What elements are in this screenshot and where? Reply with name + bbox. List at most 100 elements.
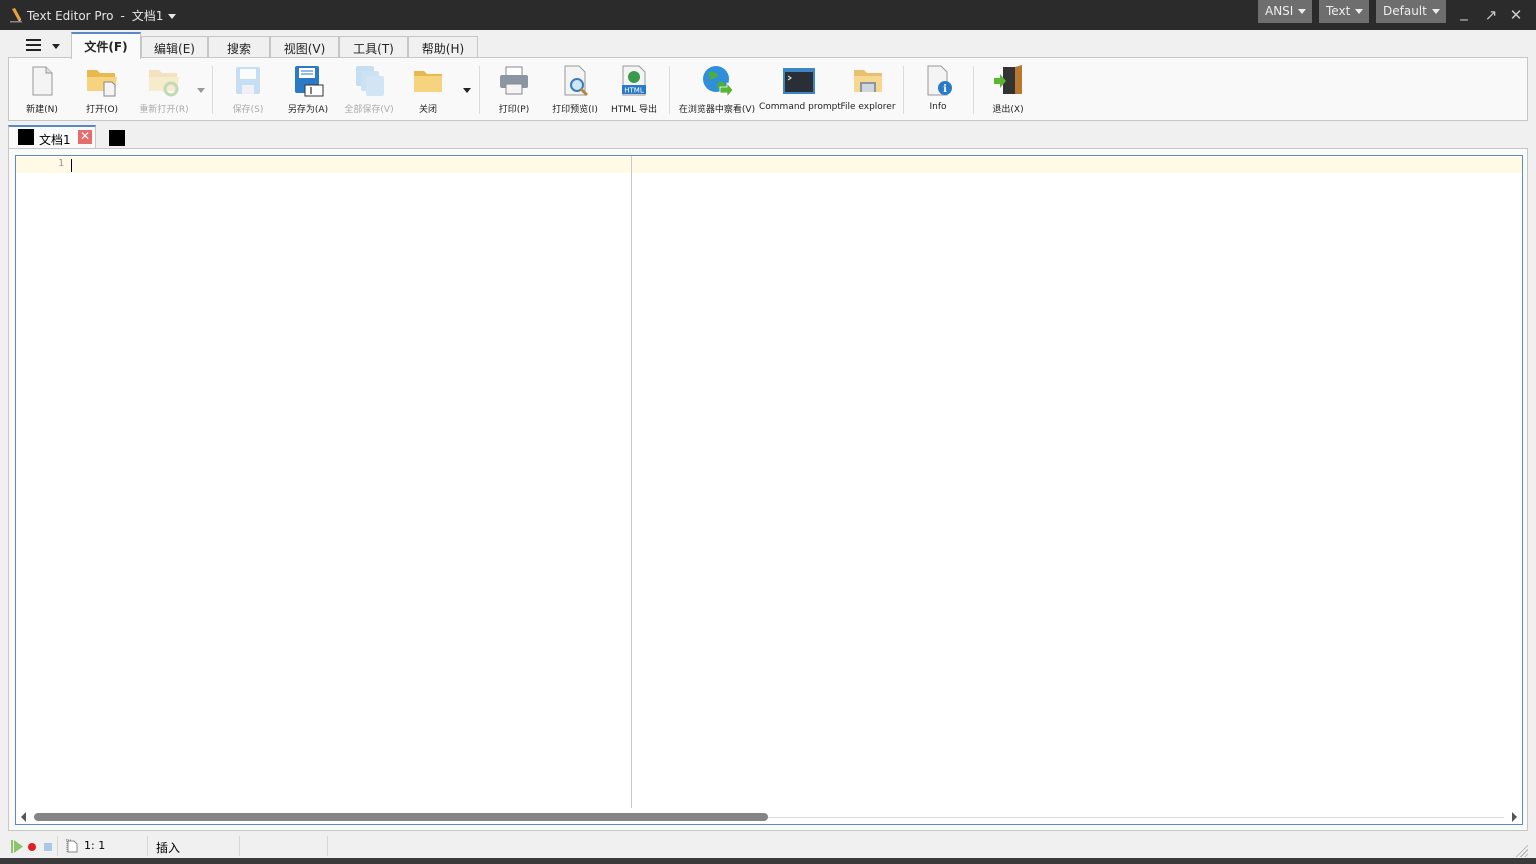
exit-door-icon xyxy=(994,65,1022,94)
chevron-down-icon xyxy=(1355,9,1364,14)
print-button[interactable]: 打印(P) xyxy=(489,58,539,120)
new-tab-button[interactable] xyxy=(109,130,125,146)
scroll-right-arrow[interactable] xyxy=(1512,812,1517,822)
button-label: 关闭 xyxy=(418,105,437,115)
doc-tab-color-marker xyxy=(18,129,34,145)
document-tabs: 文档1 ✕ xyxy=(8,124,1528,149)
maximize-button[interactable]: ↗ xyxy=(1481,5,1501,25)
ribbon-separator xyxy=(973,66,974,114)
save-button[interactable]: 保存(S) xyxy=(223,58,273,120)
text-caret xyxy=(71,159,72,172)
tab-help[interactable]: 帮助(H) xyxy=(408,36,478,58)
save-all-button[interactable]: 全部保存(V) xyxy=(343,58,395,120)
save-icon xyxy=(236,67,260,94)
close-tab-icon[interactable]: ✕ xyxy=(78,130,92,144)
button-label: 重新打开(R) xyxy=(139,105,189,115)
doc-tab[interactable]: 文档1 ✕ xyxy=(8,125,96,149)
button-label: File explorer xyxy=(840,102,896,112)
ribbon-separator xyxy=(669,66,670,114)
reopen-icon xyxy=(149,70,179,97)
new-button[interactable]: 新建(N) xyxy=(17,58,67,120)
macro-controls xyxy=(8,836,58,856)
tab-tools[interactable]: 工具(T) xyxy=(339,36,408,58)
tab-label: 帮助(H) xyxy=(421,42,465,56)
document-switcher[interactable]: 文档1 xyxy=(132,9,177,23)
print-preview-icon xyxy=(564,65,589,97)
tab-edit[interactable]: 编辑(E) xyxy=(141,36,208,58)
encoding-label: ANSI xyxy=(1265,4,1294,18)
file-explorer-button[interactable]: File explorer xyxy=(839,58,897,120)
tab-search[interactable]: 搜索 xyxy=(208,36,270,58)
close-folder-icon xyxy=(414,71,442,92)
ribbon-separator xyxy=(479,66,480,114)
menu-bar: 文件(F) 编辑(E) 搜索 视图(V) 工具(T) 帮助(H) xyxy=(0,30,1536,59)
text-editor[interactable]: 1 xyxy=(15,155,1523,825)
horizontal-scrollbar[interactable] xyxy=(16,808,1522,824)
button-label: 保存(S) xyxy=(232,105,264,115)
theme-dropdown[interactable]: Default xyxy=(1376,0,1446,23)
tab-file[interactable]: 文件(F) xyxy=(71,32,141,59)
ribbon-toolbar: 新建(N) 打开(O) 重新打开(R) 保存(S) 另存为(A) 全部保存(V)… xyxy=(8,57,1528,121)
reopen-button[interactable]: 重新打开(R) xyxy=(137,58,191,120)
save-as-icon xyxy=(295,66,324,97)
insert-mode-cell[interactable]: 插入 xyxy=(148,836,240,856)
button-label: 另存为(A) xyxy=(287,105,329,115)
window-title: Text Editor Pro - 文档1 xyxy=(27,7,177,24)
info-button[interactable]: i Info xyxy=(913,58,963,120)
play-macro-icon[interactable] xyxy=(11,840,23,853)
insert-mode: 插入 xyxy=(156,841,181,855)
tab-label: 工具(T) xyxy=(353,42,394,56)
terminal-icon xyxy=(783,68,815,94)
close-window-button[interactable]: ✕ xyxy=(1506,5,1526,25)
minimize-button[interactable]: _ xyxy=(1454,2,1474,22)
button-label: 新建(N) xyxy=(26,105,58,115)
close-button[interactable]: 关闭 xyxy=(403,58,453,120)
print-preview-button[interactable]: 打印预览(I) xyxy=(549,58,601,120)
button-label: Command prompt xyxy=(759,102,841,112)
tab-view[interactable]: 视图(V) xyxy=(270,36,339,58)
syntax-dropdown[interactable]: Text xyxy=(1319,0,1370,23)
current-line-highlight xyxy=(16,157,1522,173)
globe-icon xyxy=(703,66,734,98)
html-export-icon: HTML xyxy=(622,65,646,96)
svg-text:i: i xyxy=(943,84,947,95)
scroll-thumb[interactable] xyxy=(34,813,768,821)
html-export-button[interactable]: HTML HTML 导出 xyxy=(609,58,659,120)
command-prompt-button[interactable]: Command prompt xyxy=(759,58,841,120)
button-label: 在浏览器中察看(V) xyxy=(678,105,756,115)
button-label: 打开(O) xyxy=(85,105,119,115)
tab-label: 视图(V) xyxy=(283,42,326,56)
record-macro-icon[interactable] xyxy=(28,843,36,851)
button-label: 打印(P) xyxy=(498,105,530,115)
button-label: HTML 导出 xyxy=(611,105,657,115)
chevron-down-icon xyxy=(168,14,177,19)
maximize-icon: ↗ xyxy=(1484,6,1498,24)
save-as-button[interactable]: 另存为(A) xyxy=(283,58,333,120)
chevron-down-icon xyxy=(1298,9,1307,14)
printer-icon xyxy=(500,66,528,95)
encoding-dropdown[interactable]: ANSI xyxy=(1258,0,1313,23)
app-menu-button[interactable] xyxy=(20,34,68,58)
window-bottom-border xyxy=(0,858,1536,864)
view-in-browser-button[interactable]: 在浏览器中察看(V) xyxy=(677,58,757,120)
minimize-icon: _ xyxy=(1460,3,1468,21)
tab-label: 编辑(E) xyxy=(154,42,195,56)
stop-macro-icon[interactable] xyxy=(44,843,52,851)
scroll-left-arrow[interactable] xyxy=(21,812,26,822)
reopen-dropdown-arrow[interactable] xyxy=(197,88,205,93)
document-position-icon xyxy=(66,839,78,853)
close-dropdown-arrow[interactable] xyxy=(463,88,471,93)
app-pencil-icon xyxy=(10,8,22,23)
doc-tab-label: 文档1 xyxy=(39,133,71,147)
right-margin-line xyxy=(631,156,632,808)
open-button[interactable]: 打开(O) xyxy=(77,58,127,120)
hamburger-icon xyxy=(26,39,41,51)
status-bar: 1: 1 插入 xyxy=(0,834,1536,858)
chevron-down-icon xyxy=(52,44,60,49)
exit-button[interactable]: 退出(X) xyxy=(983,58,1033,120)
editor-frame: 1 xyxy=(8,148,1528,831)
open-folder-icon xyxy=(87,70,117,97)
cursor-position: 1: 1 xyxy=(84,839,106,852)
title-separator: - xyxy=(120,9,125,23)
save-all-icon xyxy=(356,66,384,96)
